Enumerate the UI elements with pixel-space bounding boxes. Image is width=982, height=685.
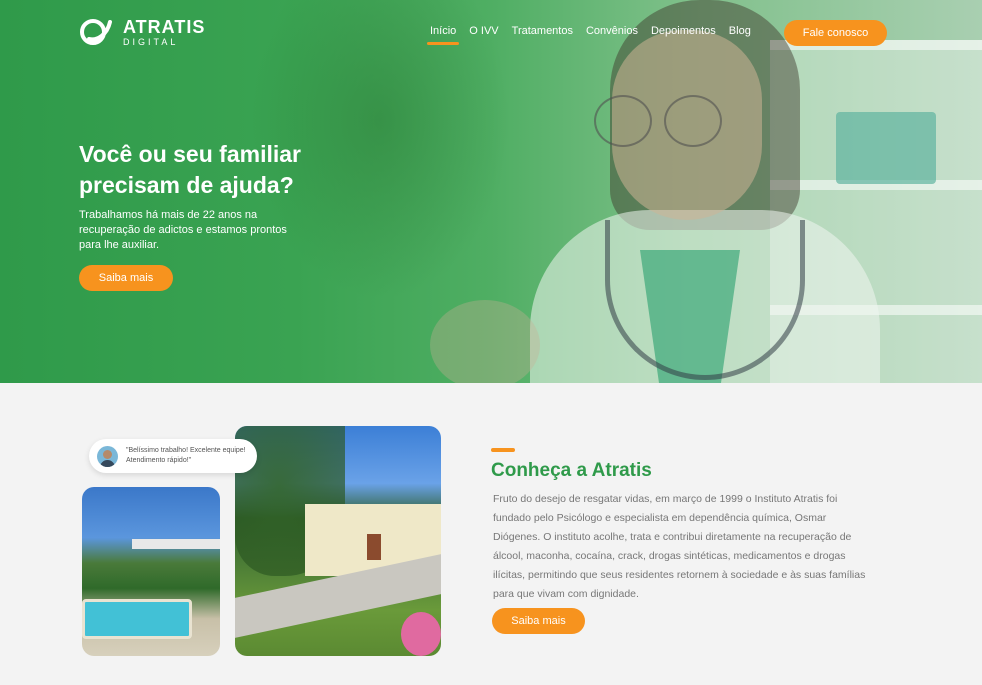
review-quote: "Belíssimo trabalho! Excelente equipe! A… [126,447,246,464]
hero-section: ATRATIS DIGITAL Início O IVV Tratamentos… [0,0,982,383]
about-learn-more-button[interactable]: Saiba mais [492,608,585,634]
garden-photo [235,426,441,656]
hero-learn-more-button[interactable]: Saiba mais [79,265,173,291]
nav-item-blog[interactable]: Blog [729,25,751,37]
review-bubble: "Belíssimo trabalho! Excelente equipe! A… [89,439,257,473]
hero-title: Você ou seu familiar precisam de ajuda? [79,141,301,198]
logo[interactable]: ATRATIS DIGITAL [79,17,205,47]
nav-item-inicio[interactable]: Início [426,25,460,45]
hero-subtitle: Trabalhamos há mais de 22 anos na recupe… [79,209,287,251]
about-section: "Belíssimo trabalho! Excelente equipe! A… [0,383,982,685]
nav-item-tratamentos[interactable]: Tratamentos [512,25,573,37]
nav-item-o-ivv[interactable]: O IVV [469,25,498,37]
nav-item-convenios[interactable]: Convênios [586,25,638,37]
pool-photo [82,487,220,656]
accent-bar [491,448,515,452]
contact-button[interactable]: Fale conosco [784,20,887,46]
logo-tagline: DIGITAL [123,36,179,47]
about-title: Conheça a Atratis [491,460,652,481]
about-text: Fruto do desejo de resgatar vidas, em ma… [493,493,866,600]
logo-icon [79,17,115,47]
nav-item-depoimentos[interactable]: Depoimentos [651,25,716,37]
avatar [97,445,118,467]
logo-name: ATRATIS [123,16,206,37]
main-nav: Início O IVV Tratamentos Convênios Depoi… [426,25,764,45]
